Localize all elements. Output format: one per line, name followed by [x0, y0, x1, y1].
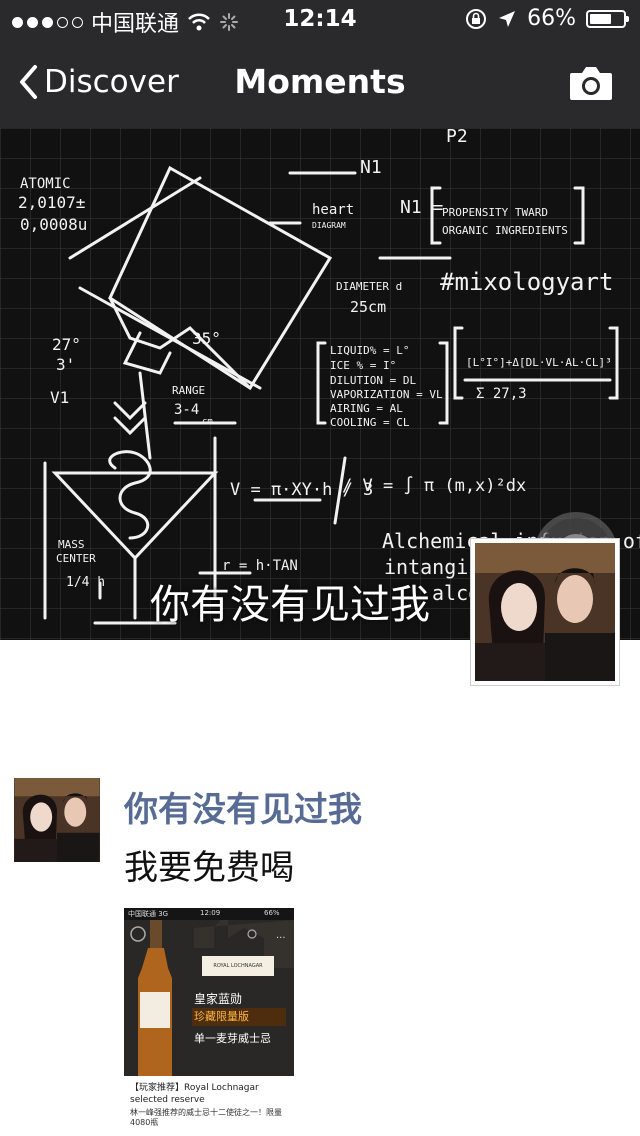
chalk-a2: 0,0008u — [20, 215, 87, 234]
post-text: 我要免费喝 — [124, 848, 294, 888]
shared-link-description: 林一峰强推荐的威士忌十二使徒之一！限量4080瓶 — [130, 1108, 282, 1127]
chalk-diagram: DIAGRAM — [312, 221, 346, 230]
shared-link-card[interactable]: 中国联通 3G 12:09 66% ... ROYAL LOCHNAGAR 皇家… — [124, 908, 294, 1127]
chalk-diameter: DIAMETER d — [336, 280, 402, 293]
status-bar: 中国联通 12:14 66% — [0, 0, 640, 40]
battery-percent: 66% — [527, 6, 576, 31]
chalk-liquid: LIQUID% = L° — [330, 344, 409, 357]
chalk-25cm: 25cm — [350, 298, 386, 316]
top-bar: 中国联通 12:14 66% Discover Moments — [0, 0, 640, 128]
camera-icon[interactable] — [568, 64, 614, 102]
chalk-formula1: [L°I°]+Δ[DL·VL·AL·CL]³ — [466, 356, 612, 369]
chalk-range2: 3-4 — [174, 402, 199, 418]
chalk-hashtag: #mixologyart — [440, 268, 613, 296]
chalk-vformula2: / V = ∫ π (m,x)²dx — [342, 476, 526, 496]
couple-photo-icon — [475, 543, 615, 681]
chalk-3: 3' — [56, 355, 75, 374]
thumb-brand-label: ROYAL LOCHNAGAR — [202, 956, 274, 976]
thumb-title-line2: 珍藏限量版 — [192, 1008, 286, 1026]
chalk-dilution: DILUTION = DL — [330, 374, 416, 387]
post-author-name[interactable]: 你有没有见过我 — [124, 782, 362, 831]
chalk-atomic: ATOMIC — [20, 176, 71, 192]
chalk-p2: P2 — [446, 128, 468, 147]
chalk-vapor: VAPORIZATION = VL — [330, 388, 443, 401]
chalk-n1: N1 — [360, 157, 382, 178]
navigation-bar: Discover Moments — [0, 40, 640, 128]
cover-user-name: 你有没有见过我 — [150, 582, 430, 628]
chalk-n1b: N1 = — [400, 197, 444, 218]
orientation-lock-icon — [466, 8, 487, 29]
chalk-a1: 2,0107± — [18, 193, 85, 212]
profile-avatar[interactable] — [470, 538, 620, 686]
svg-text:...: ... — [276, 930, 286, 941]
post-author-avatar[interactable] — [14, 778, 100, 862]
thumb-title-line3: 单一麦芽威士忌 — [194, 1032, 271, 1045]
chalk-ice: ICE % = I° — [330, 359, 396, 372]
chalk-center: CENTER — [56, 552, 96, 565]
shared-link-thumbnail: 中国联通 3G 12:09 66% ... ROYAL LOCHNAGAR 皇家… — [124, 908, 294, 1076]
chalk-cooling: COOLING = CL — [330, 416, 410, 429]
chalk-airing: AIRING = AL — [330, 402, 403, 415]
chalk-propensity: PROPENSITY TWARD — [442, 206, 548, 219]
chalk-range: RANGE — [172, 384, 205, 397]
status-right: 66% — [465, 6, 629, 31]
chalk-sigma: Σ 27,3 — [476, 386, 527, 402]
battery-icon — [586, 9, 629, 28]
chalk-v1: V1 — [50, 388, 69, 407]
chalk-heart: heart — [312, 202, 354, 218]
page-title: Moments — [234, 62, 406, 101]
author-photo-icon — [14, 778, 100, 862]
chalk-27deg: 27° — [52, 335, 81, 354]
chalk-cm: cm — [202, 417, 213, 427]
chalk-frac: 1/4 h — [66, 575, 105, 590]
thumb-title-line1: 皇家蓝勋 — [194, 992, 243, 1006]
chalk-35deg: 35° — [192, 329, 221, 348]
chalk-mass: MASS — [58, 538, 85, 551]
shared-link-caption: 【玩家推荐】Royal Lochnagar selected reserve — [130, 1083, 259, 1105]
chalk-organic: ORGANIC INGREDIENTS — [442, 224, 568, 237]
location-arrow-icon — [499, 10, 516, 27]
